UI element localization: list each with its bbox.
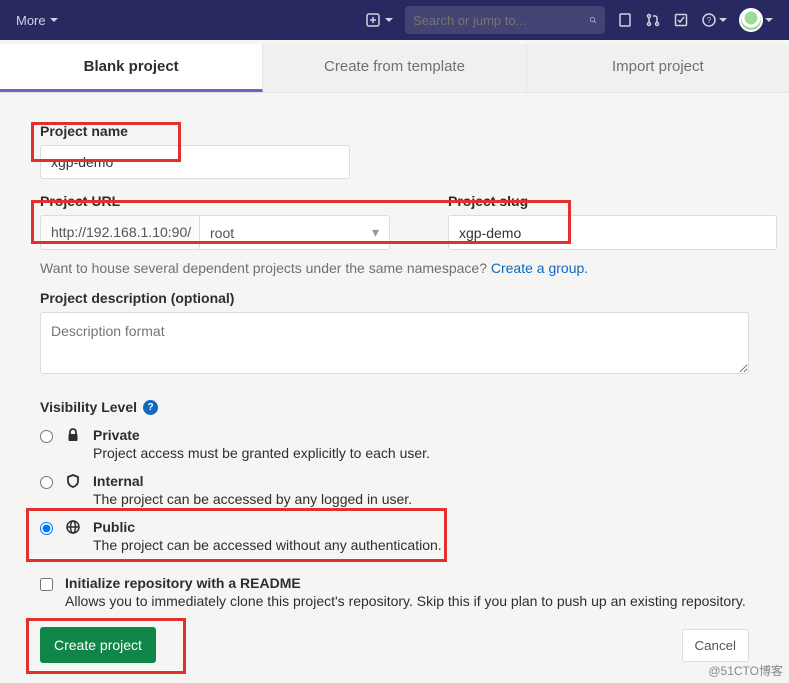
private-title: Private bbox=[93, 427, 140, 443]
visibility-private-radio[interactable] bbox=[40, 430, 53, 443]
top-navbar: More ? bbox=[0, 0, 789, 40]
description-label: Project description (optional) bbox=[40, 290, 749, 306]
visibility-label: Visibility Level ? bbox=[40, 399, 749, 415]
avatar bbox=[739, 8, 763, 32]
public-desc: The project can be accessed without any … bbox=[93, 537, 749, 553]
private-desc: Project access must be granted explicitl… bbox=[93, 445, 749, 461]
tab-import-project[interactable]: Import project bbox=[527, 44, 789, 92]
user-menu[interactable] bbox=[739, 8, 773, 32]
todos-link[interactable] bbox=[673, 12, 689, 28]
merge-request-icon bbox=[645, 12, 661, 28]
project-url-prefix: http://192.168.1.10:90/ bbox=[40, 215, 200, 250]
search-box[interactable] bbox=[405, 6, 605, 34]
issues-icon bbox=[617, 12, 633, 28]
init-readme-checkbox[interactable] bbox=[40, 578, 53, 591]
shield-icon bbox=[65, 473, 81, 489]
project-name-input[interactable] bbox=[40, 145, 350, 179]
chevron-down-icon bbox=[719, 18, 727, 22]
chevron-down-icon bbox=[765, 18, 773, 22]
merge-requests-link[interactable] bbox=[645, 12, 661, 28]
internal-desc: The project can be accessed by any logge… bbox=[93, 491, 749, 507]
internal-title: Internal bbox=[93, 473, 144, 489]
plus-box-icon bbox=[365, 12, 381, 28]
issues-link[interactable] bbox=[617, 12, 633, 28]
help-icon: ? bbox=[701, 12, 717, 28]
readme-title: Initialize repository with a README bbox=[65, 575, 301, 591]
project-url-label: Project URL bbox=[40, 193, 420, 209]
search-input[interactable] bbox=[413, 13, 589, 28]
svg-text:?: ? bbox=[707, 16, 712, 25]
help-menu[interactable]: ? bbox=[701, 12, 727, 28]
chevron-down-icon: ▾ bbox=[372, 224, 379, 241]
namespace-select[interactable]: root ▾ bbox=[200, 215, 390, 250]
visibility-public-option[interactable]: Public The project can be accessed witho… bbox=[40, 519, 749, 553]
visibility-internal-radio[interactable] bbox=[40, 476, 53, 489]
todos-icon bbox=[673, 12, 689, 28]
project-name-label: Project name bbox=[40, 123, 749, 139]
visibility-internal-option[interactable]: Internal The project can be accessed by … bbox=[40, 473, 749, 507]
new-project-form: Project name Project URL http://192.168.… bbox=[0, 93, 789, 683]
tab-blank-project[interactable]: Blank project bbox=[0, 44, 263, 92]
project-slug-label: Project slug bbox=[448, 193, 749, 209]
namespace-value: root bbox=[210, 225, 234, 241]
lock-icon bbox=[65, 427, 81, 443]
description-textarea[interactable] bbox=[40, 312, 749, 374]
cancel-button[interactable]: Cancel bbox=[682, 629, 750, 662]
new-dropdown[interactable] bbox=[365, 12, 393, 28]
search-icon bbox=[589, 12, 597, 28]
visibility-public-radio[interactable] bbox=[40, 522, 53, 535]
watermark: @51CTO博客 bbox=[708, 662, 783, 679]
readme-desc: Allows you to immediately clone this pro… bbox=[65, 593, 749, 609]
create-project-button[interactable]: Create project bbox=[40, 627, 156, 663]
tab-create-from-template[interactable]: Create from template bbox=[263, 44, 526, 92]
public-title: Public bbox=[93, 519, 135, 535]
visibility-private-option[interactable]: Private Project access must be granted e… bbox=[40, 427, 749, 461]
create-group-link[interactable]: Create a group. bbox=[491, 260, 588, 276]
chevron-down-icon bbox=[50, 18, 58, 22]
help-icon[interactable]: ? bbox=[143, 400, 158, 415]
init-readme-option[interactable]: Initialize repository with a README Allo… bbox=[40, 575, 749, 609]
project-slug-input[interactable] bbox=[448, 215, 777, 250]
group-hint: Want to house several dependent projects… bbox=[40, 260, 749, 276]
globe-icon bbox=[65, 519, 81, 535]
chevron-down-icon bbox=[385, 18, 393, 22]
more-menu[interactable]: More bbox=[16, 13, 58, 28]
project-create-tabs: Blank project Create from template Impor… bbox=[0, 44, 789, 93]
